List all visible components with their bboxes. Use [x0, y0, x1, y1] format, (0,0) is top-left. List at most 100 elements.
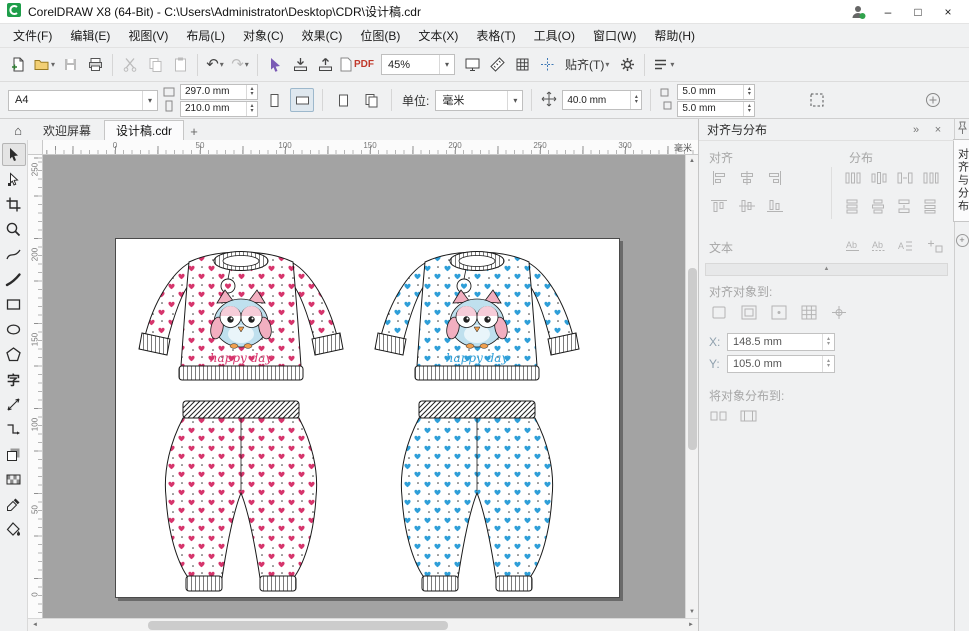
- page-size-select[interactable]: A4 ▾: [8, 90, 158, 111]
- align-to-specified-point-button[interactable]: [827, 301, 851, 323]
- page[interactable]: happy day: [115, 238, 620, 598]
- show-rulers-button[interactable]: [485, 52, 509, 78]
- show-grid-button[interactable]: [510, 52, 534, 78]
- align-to-active-object-button[interactable]: [707, 301, 731, 323]
- drawing-canvas[interactable]: happy day: [43, 155, 685, 618]
- spinner-buttons[interactable]: ▴▾: [743, 85, 754, 99]
- text-first-baseline-button[interactable]: Ab: [841, 235, 865, 257]
- align-to-page-edge-button[interactable]: [737, 301, 761, 323]
- duplicate-y-field[interactable]: 5.0 mm▴▾: [677, 101, 755, 117]
- new-tab-button[interactable]: +: [185, 122, 203, 140]
- align-to-page-center-button[interactable]: [767, 301, 791, 323]
- home-icon[interactable]: ⌂: [6, 120, 30, 140]
- text-tool[interactable]: 字: [2, 368, 26, 391]
- distribute-top-button[interactable]: [841, 195, 865, 217]
- connector-tool[interactable]: [2, 418, 26, 441]
- chevron-down-icon[interactable]: ▾: [507, 91, 522, 110]
- chevron-down-icon[interactable]: ▾: [670, 60, 674, 69]
- tab-welcome-screen[interactable]: 欢迎屏幕: [31, 120, 103, 140]
- menu-window[interactable]: 窗口(W): [584, 24, 645, 47]
- spinner-buttons[interactable]: ▴▾: [822, 334, 834, 350]
- horizontal-scrollbar[interactable]: ◄ ►: [28, 618, 698, 631]
- current-page-button[interactable]: [331, 88, 355, 112]
- show-guidelines-button[interactable]: [535, 52, 559, 78]
- quick-customize-icon[interactable]: +: [956, 234, 969, 247]
- all-pages-button[interactable]: [359, 88, 383, 112]
- menu-help[interactable]: 帮助(H): [645, 24, 704, 47]
- units-select[interactable]: 毫米 ▾: [435, 90, 523, 111]
- menu-text[interactable]: 文本(X): [409, 24, 467, 47]
- chevron-down-icon[interactable]: ▾: [605, 60, 609, 69]
- x-coordinate-field[interactable]: 148.5 mm ▴▾: [727, 333, 835, 351]
- duplicate-x-field[interactable]: 5.0 mm▴▾: [677, 84, 755, 100]
- dimension-tool[interactable]: [2, 393, 26, 416]
- snap-menu-button[interactable]: 贴齐(T)▾: [560, 53, 614, 77]
- page-height-field[interactable]: 210.0 mm▴▾: [180, 101, 258, 117]
- distribute-left-button[interactable]: [841, 167, 865, 189]
- menu-table[interactable]: 表格(T): [467, 24, 524, 47]
- spinner-buttons[interactable]: ▴▾: [743, 102, 754, 116]
- distribute-to-selection-button[interactable]: [707, 405, 731, 427]
- options-gear-button[interactable]: [615, 52, 639, 78]
- docker-collapse-button[interactable]: ▲: [705, 263, 948, 276]
- cut-button[interactable]: [118, 52, 142, 78]
- zoom-tool[interactable]: [2, 218, 26, 241]
- minimize-button[interactable]: –: [873, 2, 903, 22]
- align-center-horizontal-button[interactable]: [735, 167, 759, 189]
- portrait-button[interactable]: [262, 88, 286, 112]
- text-bounding-box-button[interactable]: A: [893, 235, 917, 257]
- align-to-grid-button[interactable]: [797, 301, 821, 323]
- chevron-down-icon[interactable]: ▾: [51, 60, 55, 69]
- vertical-scrollbar[interactable]: ▲ ▼: [685, 155, 698, 618]
- close-button[interactable]: ×: [933, 2, 963, 22]
- nudge-offset-field[interactable]: 40.0 mm▴▾: [562, 90, 642, 110]
- chevron-down-icon[interactable]: ▾: [439, 55, 454, 74]
- maximize-button[interactable]: □: [903, 2, 933, 22]
- menu-tools[interactable]: 工具(O): [525, 24, 584, 47]
- vertical-ruler[interactable]: 250 200 150 100 50 0: [28, 155, 43, 618]
- chevron-down-icon[interactable]: ▾: [245, 60, 249, 69]
- interactive-fill-tool[interactable]: [2, 518, 26, 541]
- ruler-origin-corner[interactable]: [28, 140, 43, 155]
- menu-file[interactable]: 文件(F): [4, 24, 61, 47]
- horizontal-ruler[interactable]: 0 50 100 150 200 250 300 毫米: [43, 140, 698, 155]
- distribute-spacing-horizontal-button[interactable]: [893, 167, 917, 189]
- vertical-scroll-thumb[interactable]: [688, 268, 697, 450]
- menu-effects[interactable]: 效果(C): [293, 24, 352, 47]
- scroll-right-icon[interactable]: ►: [684, 619, 698, 631]
- pick-tool[interactable]: [2, 143, 26, 166]
- fullscreen-preview-button[interactable]: [460, 52, 484, 78]
- eyedropper-tool[interactable]: [2, 493, 26, 516]
- spinner-buttons[interactable]: ▴▾: [246, 85, 257, 99]
- spinner-buttons[interactable]: ▴▾: [822, 356, 834, 372]
- align-right-button[interactable]: [763, 167, 787, 189]
- menu-object[interactable]: 对象(C): [234, 24, 293, 47]
- distribute-bottom-button[interactable]: [919, 195, 943, 217]
- chevron-down-icon[interactable]: ▾: [220, 60, 224, 69]
- horizontal-scroll-thumb[interactable]: [148, 621, 448, 630]
- zoom-level-combobox[interactable]: 45% ▾: [381, 54, 455, 75]
- distribute-spacing-vertical-button[interactable]: [893, 195, 917, 217]
- distribute-center-vertical-button[interactable]: [867, 195, 891, 217]
- docker-pin-icon[interactable]: [957, 121, 968, 137]
- page-border-button[interactable]: [805, 88, 829, 112]
- specify-point-icon[interactable]: [923, 235, 947, 257]
- copy-button[interactable]: [143, 52, 167, 78]
- distribute-right-button[interactable]: [919, 167, 943, 189]
- menu-bitmaps[interactable]: 位图(B): [351, 24, 409, 47]
- undo-button[interactable]: ↶▾: [203, 52, 227, 78]
- page-width-field[interactable]: 297.0 mm▴▾: [180, 84, 258, 100]
- align-bottom-button[interactable]: [763, 195, 787, 217]
- spinner-buttons[interactable]: ▴▾: [246, 102, 257, 116]
- ellipse-tool[interactable]: [2, 318, 26, 341]
- artistic-media-tool[interactable]: [2, 268, 26, 291]
- text-last-baseline-button[interactable]: Ab: [867, 235, 891, 257]
- paste-button[interactable]: [168, 52, 192, 78]
- scroll-up-icon[interactable]: ▲: [686, 155, 698, 167]
- tab-document[interactable]: 设计稿.cdr: [104, 120, 184, 140]
- docker-close-icon[interactable]: ×: [930, 124, 946, 136]
- align-left-button[interactable]: [707, 167, 731, 189]
- publish-pdf-button[interactable]: PDF: [338, 52, 376, 78]
- import-button[interactable]: [288, 52, 312, 78]
- menu-view[interactable]: 视图(V): [119, 24, 177, 47]
